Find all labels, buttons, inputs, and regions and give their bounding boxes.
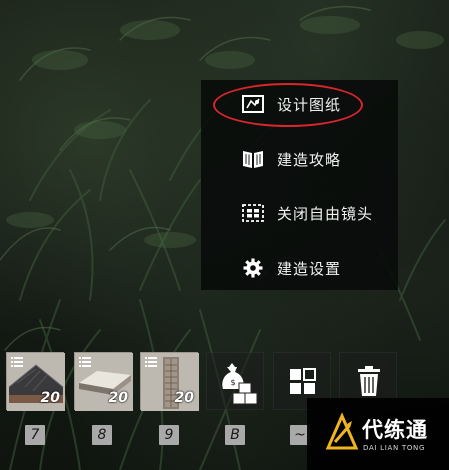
highlight-circle-annotation <box>213 83 363 127</box>
hotkey-label: 7 <box>25 425 45 445</box>
list-icon <box>79 357 91 367</box>
menu-item-build-guide[interactable]: 建造攻略 <box>201 139 398 179</box>
gear-icon <box>243 258 263 278</box>
menu-item-free-camera[interactable]: 关闭自由镜头 <box>201 193 398 233</box>
daliantong-logo-icon <box>325 412 359 450</box>
menu-item-label: 建造攻略 <box>277 151 342 169</box>
hotkey-label: B <box>225 425 245 445</box>
watermark-badge: 代练通 DAI LIAN TONG <box>307 398 449 470</box>
menu-item-label: 建造设置 <box>277 260 342 278</box>
watermark-text: 代练通 <box>362 418 428 442</box>
hotbar-slot-floor[interactable]: 20 <box>74 352 133 411</box>
hotkey-label: 8 <box>92 425 112 445</box>
free-camera-icon <box>242 204 264 222</box>
book-icon <box>243 151 263 168</box>
bag-and-boxes-icon: $ <box>222 363 258 405</box>
hotbar-slot-roof[interactable]: 20 <box>6 352 65 411</box>
item-count: 20 <box>108 390 128 406</box>
menu-item-label: 关闭自由镜头 <box>277 205 374 223</box>
item-count: 20 <box>40 390 60 406</box>
svg-text:$: $ <box>230 378 235 387</box>
watermark-subtext: DAI LIAN TONG <box>363 444 426 452</box>
hotkey-label: 9 <box>159 425 179 445</box>
list-icon <box>145 357 157 367</box>
menu-item-build-settings[interactable]: 建造设置 <box>201 248 398 288</box>
list-icon <box>11 357 23 367</box>
hotbar-slot-storage[interactable]: $ <box>206 352 264 410</box>
hotbar-slot-wall[interactable]: 20 <box>140 352 199 411</box>
item-count: 20 <box>174 390 194 406</box>
